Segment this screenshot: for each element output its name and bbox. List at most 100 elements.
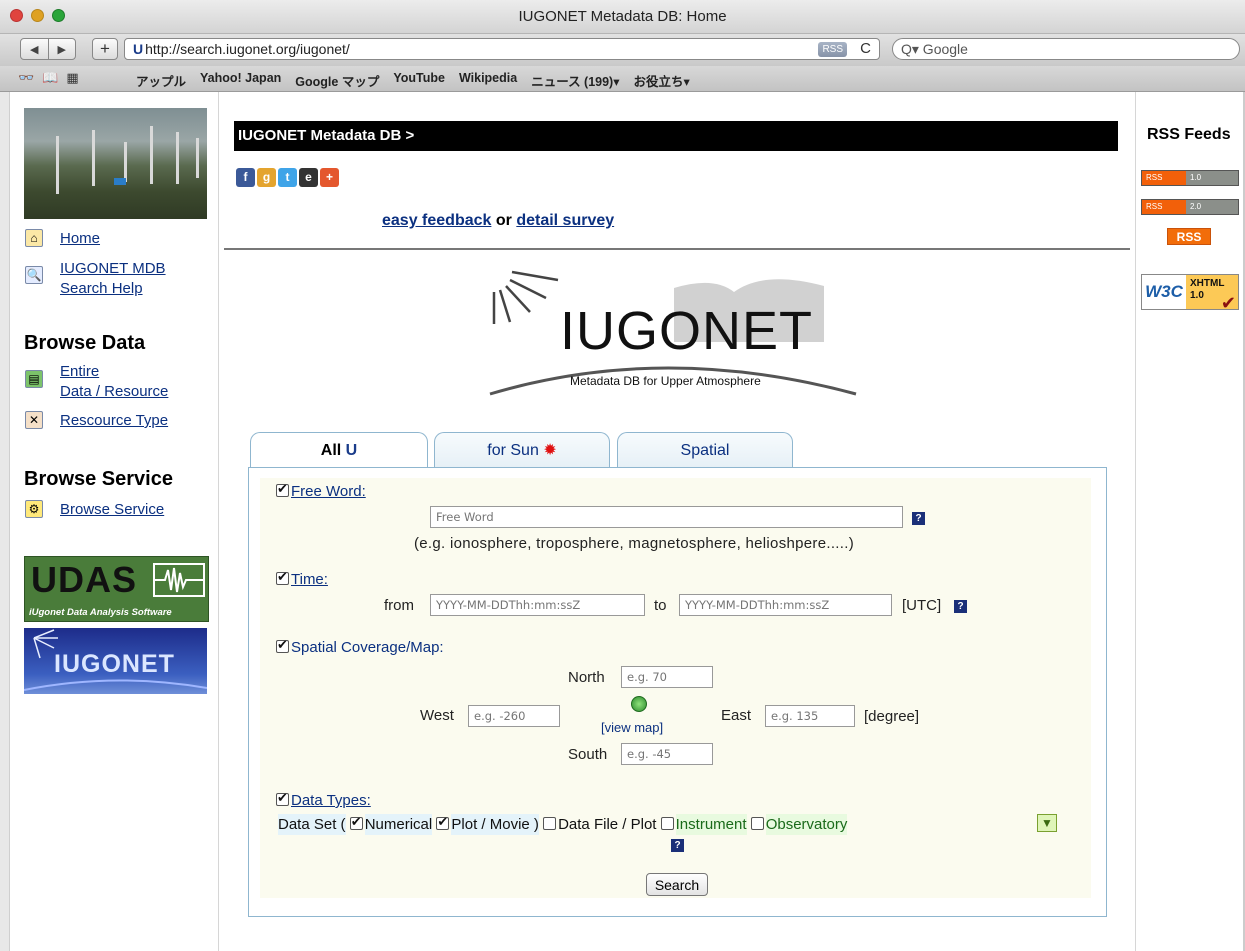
bookmark-item[interactable]: ニュース (199)▾: [531, 71, 619, 90]
observatory-checkbox[interactable]: [750, 817, 764, 830]
expand-down-icon[interactable]: ▼: [1037, 814, 1057, 832]
page-title-bar: IUGONET Metadata DB >: [234, 121, 1118, 151]
west-label: West: [420, 707, 454, 724]
iugonet-logo: IUGONET Metadata DB for Upper Atmosphere: [484, 262, 864, 402]
north-label: North: [568, 669, 605, 686]
instrument-label: Instrument: [675, 814, 747, 835]
magnifier-icon: 🔍: [25, 266, 43, 284]
bookmark-items: アップル Yahoo! Japan Google マップ YouTube Wikiped…: [136, 71, 690, 90]
header-photo: [24, 108, 207, 219]
bookmark-item[interactable]: アップル: [136, 71, 186, 90]
data-types-help-icon[interactable]: ?: [671, 839, 684, 852]
reload-icon[interactable]: C: [860, 39, 871, 59]
bookmarks-bar: 👓📖▦ アップル Yahoo! Japan Google マップ YouTube Wik…: [0, 66, 1245, 92]
spatial-label: Spatial Coverage/Map:: [291, 639, 444, 656]
resource-type-icon: ✕: [25, 411, 43, 429]
free-word-help-icon[interactable]: ?: [912, 512, 925, 525]
numerical-label: Numerical: [364, 814, 433, 835]
bookmark-item[interactable]: YouTube: [393, 71, 445, 90]
reading-list-icon[interactable]: 👓📖▦: [18, 70, 87, 86]
horizontal-divider: [224, 248, 1130, 250]
udas-banner[interactable]: UDAS iUgonet Data Analysis Software: [24, 556, 209, 622]
tab-for-sun[interactable]: for Sun ✹: [434, 432, 610, 468]
tab-for-sun-label: for Sun: [487, 442, 539, 459]
twitter-icon[interactable]: t: [278, 168, 297, 187]
social-share-icons: f g t e +: [236, 168, 339, 187]
rss-1-0-badge[interactable]: RSS 1.0: [1141, 170, 1239, 186]
antenna-pole: [92, 130, 95, 186]
bookmark-item[interactable]: お役立ち▾: [634, 71, 690, 90]
address-bar[interactable]: Uhttp://search.iugonet.org/iugonet/ RSS …: [124, 38, 880, 60]
tab-spatial[interactable]: Spatial: [617, 432, 793, 468]
spatial-toggle[interactable]: Spatial Coverage/Map:: [276, 637, 444, 656]
bookmark-item[interactable]: Wikipedia: [459, 71, 517, 90]
database-icon: ▤: [25, 370, 43, 388]
banner-text: IUGONET: [54, 650, 175, 678]
checkmark-icon: ✔: [1220, 293, 1236, 313]
entire-line2: Data / Resource: [60, 383, 169, 400]
free-word-checkbox[interactable]: [276, 481, 289, 497]
bookmark-item[interactable]: Google マップ: [295, 71, 379, 90]
time-to-input[interactable]: [679, 594, 892, 616]
spatial-checkbox[interactable]: [276, 637, 289, 653]
detail-survey-link[interactable]: detail survey: [516, 212, 614, 229]
easy-feedback-link[interactable]: easy feedback: [382, 212, 491, 229]
data-file-plot-checkbox[interactable]: [543, 817, 557, 830]
logo-subtitle: Metadata DB for Upper Atmosphere: [570, 374, 761, 388]
antenna-pole: [196, 138, 199, 178]
view-map-link[interactable]: [view map]: [601, 720, 663, 735]
search-button[interactable]: Search: [646, 873, 708, 896]
search-help-link[interactable]: IUGONET MDB Search Help: [60, 259, 166, 299]
globe-icon[interactable]: [631, 696, 647, 712]
forward-button[interactable]: ▶: [47, 39, 76, 59]
time-from-input[interactable]: [430, 594, 645, 616]
browser-toolbar: ◀ ▶ + Uhttp://search.iugonet.org/iugonet…: [0, 34, 1245, 66]
sun-icon: ✹: [543, 442, 557, 459]
bookmark-item[interactable]: Yahoo! Japan: [200, 71, 281, 90]
rss-subscribe-button[interactable]: RSS: [818, 42, 847, 57]
addthis-icon[interactable]: +: [320, 168, 339, 187]
antenna-pole: [56, 136, 59, 194]
rss-2-0-badge[interactable]: RSS 2.0: [1141, 199, 1239, 215]
instrument-checkbox[interactable]: [660, 817, 674, 830]
home-icon: ⌂: [25, 229, 43, 247]
browse-service-link[interactable]: Browse Service: [60, 500, 164, 520]
west-input[interactable]: [468, 705, 560, 727]
time-checkbox[interactable]: [276, 569, 289, 585]
entire-data-link[interactable]: Entire Data / Resource: [60, 362, 168, 402]
site-favicon-icon: U: [133, 41, 144, 57]
google-plus-icon[interactable]: g: [257, 168, 276, 187]
tab-all[interactable]: All U: [250, 432, 428, 469]
time-toggle[interactable]: Time:: [276, 569, 328, 588]
feedback-or-text: or: [495, 212, 512, 229]
rss-button[interactable]: RSS: [1167, 228, 1211, 245]
free-word-toggle[interactable]: Free Word:: [276, 481, 366, 500]
back-button[interactable]: ◀: [21, 39, 48, 59]
plot-movie-checkbox[interactable]: [436, 814, 450, 830]
search-field[interactable]: Q▾ Google: [892, 38, 1240, 60]
home-link[interactable]: Home: [60, 229, 100, 249]
east-label: East: [721, 707, 752, 724]
resource-type-link[interactable]: Rescource Type: [60, 411, 168, 431]
free-word-input[interactable]: [430, 506, 903, 528]
time-help-icon[interactable]: ?: [954, 600, 967, 613]
rss20-right: 2.0: [1186, 200, 1238, 214]
xhtml-line2: 1.0: [1190, 290, 1204, 301]
rss-feeds-heading: RSS Feeds: [1147, 126, 1231, 143]
north-input[interactable]: [621, 666, 713, 688]
page-left-edge: [0, 92, 10, 951]
data-file-plot-label: Data File / Plot: [558, 816, 657, 833]
data-types-toggle[interactable]: Data Types:: [276, 790, 371, 809]
numerical-checkbox[interactable]: [349, 814, 363, 830]
facebook-icon[interactable]: f: [236, 168, 255, 187]
evernote-icon[interactable]: e: [299, 168, 318, 187]
search-help-line2: Search Help: [60, 280, 143, 297]
new-tab-button[interactable]: +: [92, 38, 118, 60]
w3c-xhtml-badge[interactable]: W3C XHTML 1.0 ✔: [1141, 274, 1239, 313]
south-input[interactable]: [621, 743, 713, 765]
iugonet-banner[interactable]: IUGONET: [24, 628, 207, 694]
plot-movie-label: Plot / Movie ): [451, 814, 539, 835]
tab-spatial-label: Spatial: [680, 442, 730, 459]
data-types-checkbox[interactable]: [276, 790, 289, 806]
east-input[interactable]: [765, 705, 855, 727]
